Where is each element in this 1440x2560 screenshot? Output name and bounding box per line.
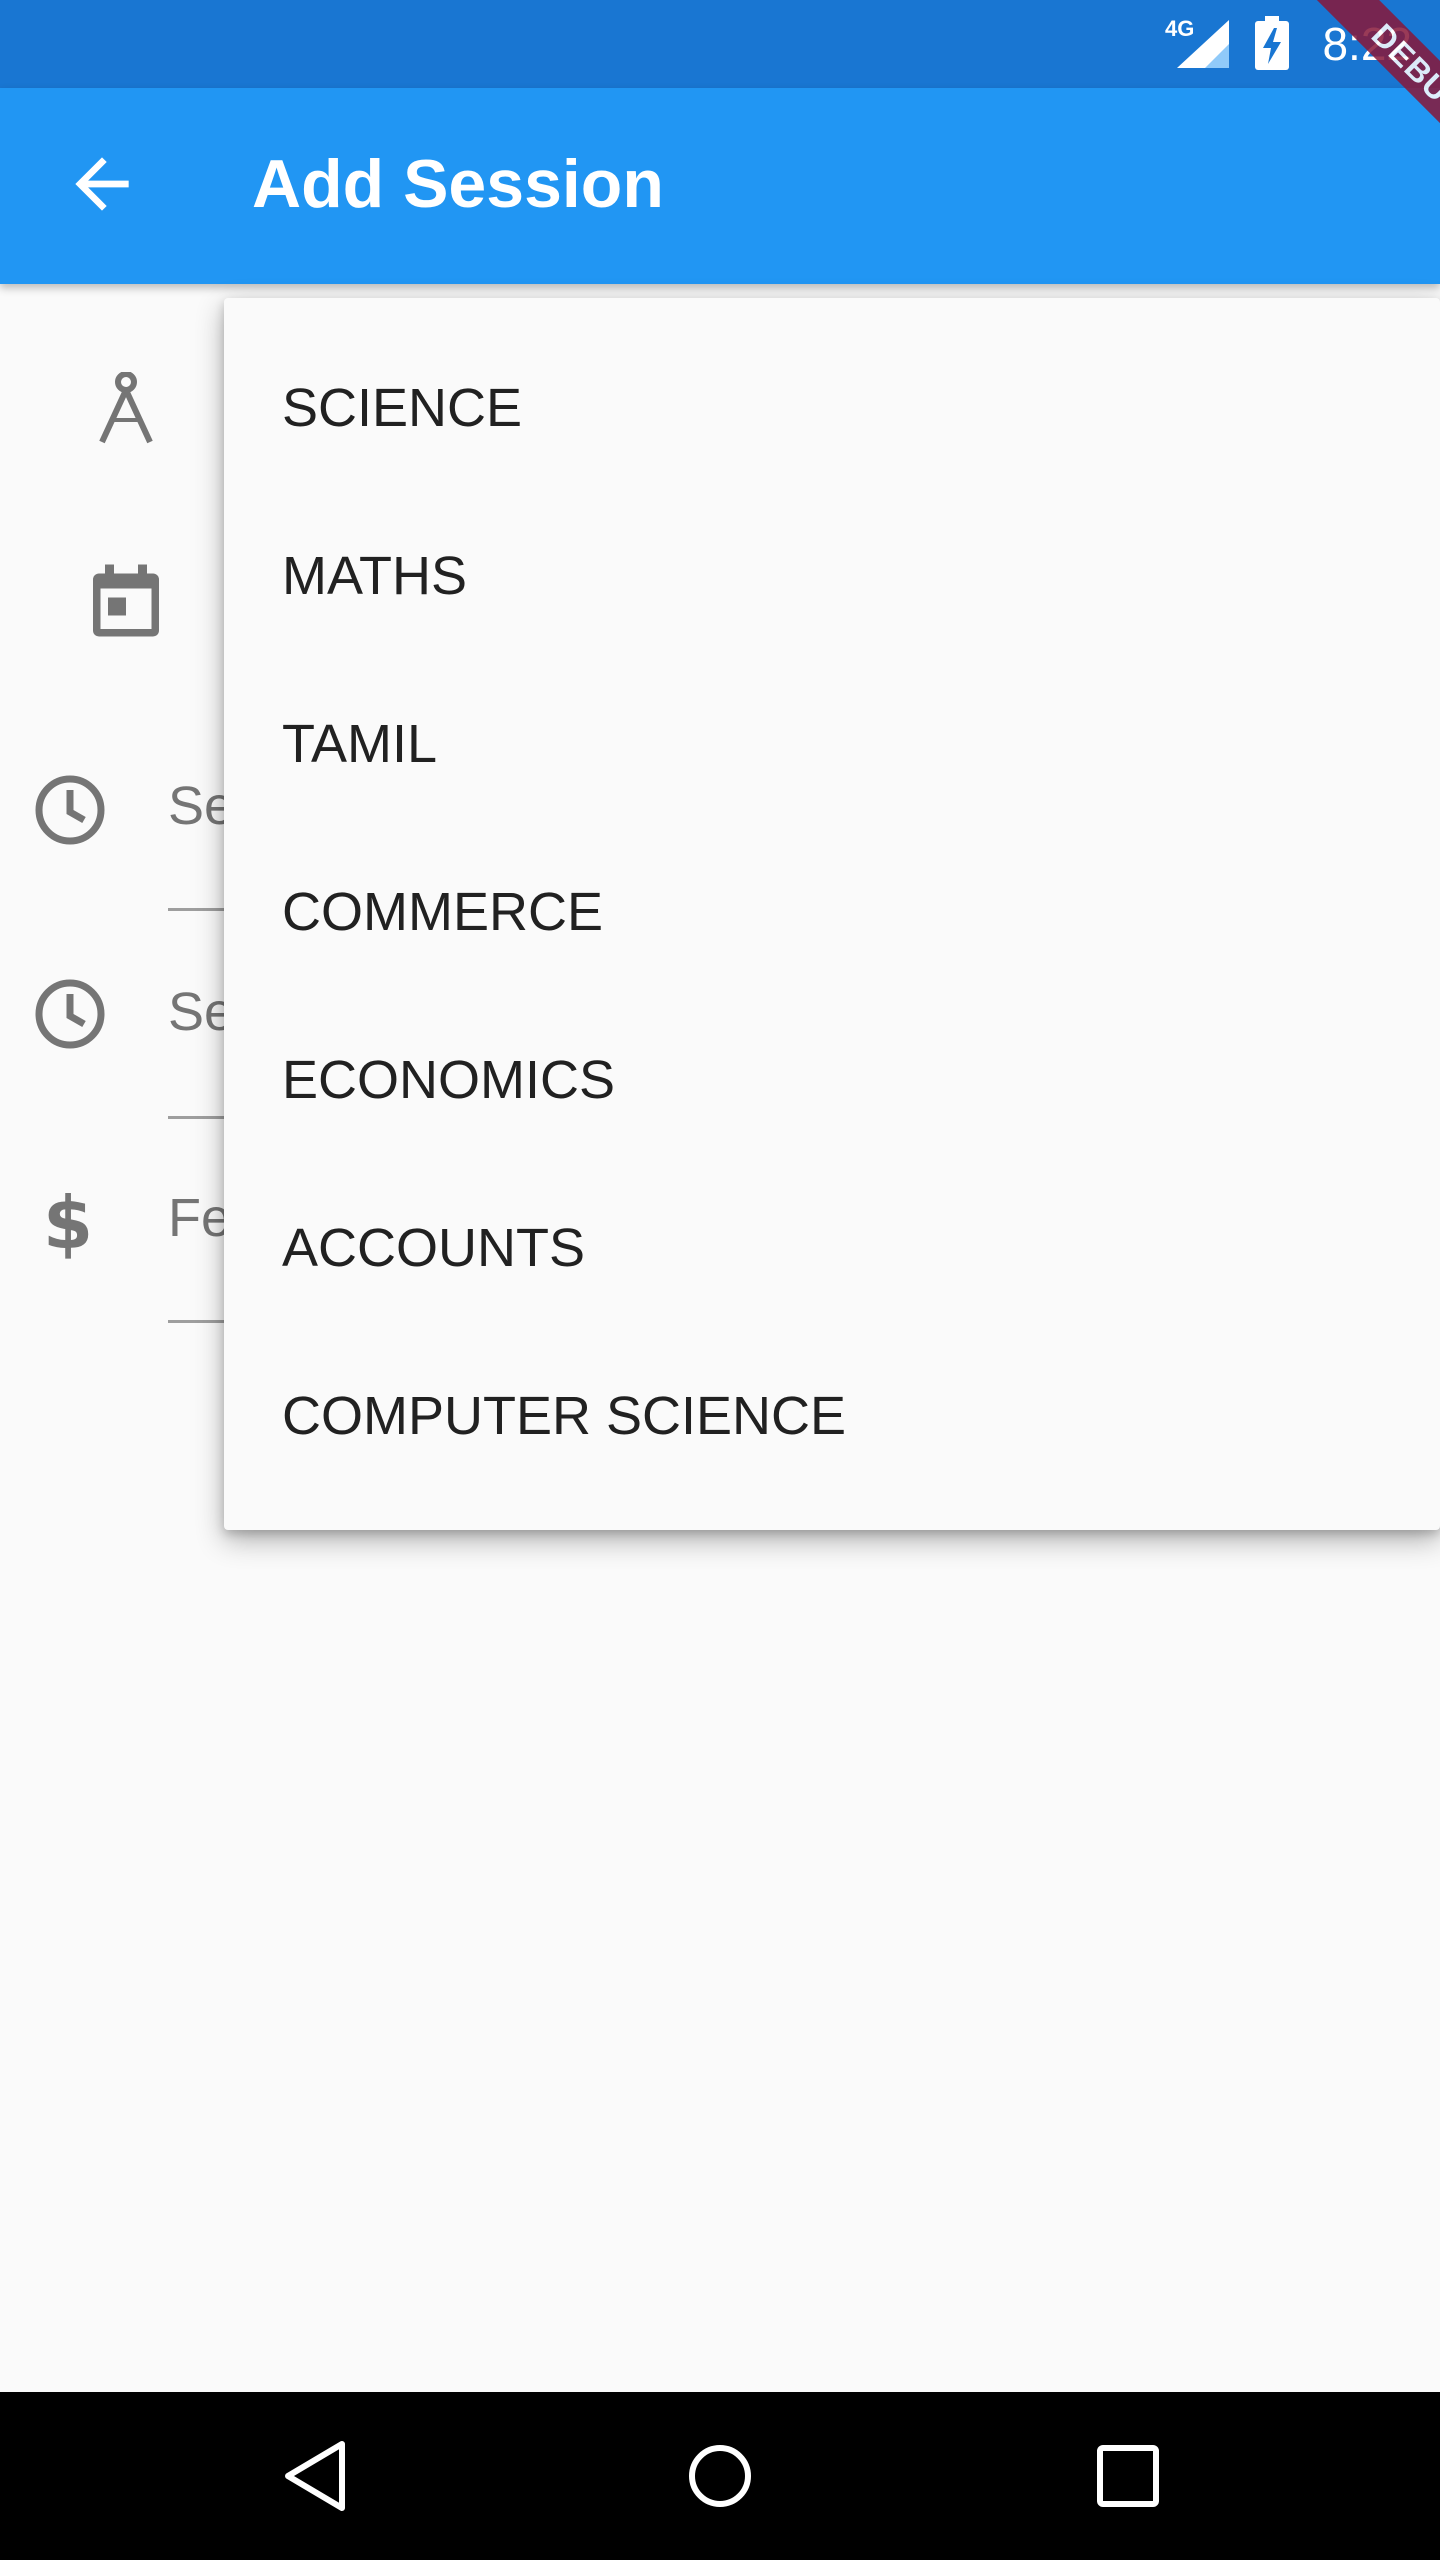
menu-item-commerce[interactable]: COMMERCE [224,828,1440,996]
menu-item-accounts[interactable]: ACCOUNTS [224,1164,1440,1332]
menu-item-science[interactable]: SCIENCE [224,324,1440,492]
fee-field[interactable]: Fe [168,1186,231,1250]
compass-icon [99,372,153,444]
end-time-underline [168,1116,228,1119]
arrow-back-icon[interactable] [62,144,142,224]
clock-icon[interactable] [34,978,106,1050]
menu-item-tamil[interactable]: TAMIL [224,660,1440,828]
menu-item-maths[interactable]: MATHS [224,492,1440,660]
system-nav-bar [0,2392,1440,2560]
menu-item-label: ACCOUNTS [282,1218,586,1278]
menu-item-label: COMPUTER SCIENCE [282,1386,847,1446]
back-triangle-icon[interactable] [280,2436,350,2516]
status-bar: 4G 8:22 [0,0,1440,88]
home-circle-icon[interactable] [684,2436,756,2516]
start-time-underline [168,908,228,911]
menu-item-label: TAMIL [282,714,438,774]
clock-icon[interactable] [34,774,106,846]
dollar-icon: $ [44,1184,92,1260]
svg-text:$: $ [44,1184,92,1260]
battery-charging-icon [1255,16,1289,70]
app-bar: Add Session [0,88,1440,284]
recents-square-icon[interactable] [1090,2438,1166,2514]
menu-item-label: ECONOMICS [282,1050,616,1110]
menu-item-computer-science[interactable]: COMPUTER SCIENCE [224,1332,1440,1500]
menu-item-label: COMMERCE [282,882,603,942]
signal-icon [1177,20,1229,68]
page-title: Add Session [252,146,664,222]
calendar-icon [93,564,159,637]
menu-item-label: SCIENCE [282,378,523,438]
fee-underline [168,1320,228,1323]
menu-item-economics[interactable]: ECONOMICS [224,996,1440,1164]
menu-item-label: MATHS [282,546,467,606]
status-time: 8:22 [1322,18,1412,70]
subject-dropdown-menu: SCIENCE MATHS TAMIL COMMERCE ECONOMICS A… [224,298,1440,1530]
